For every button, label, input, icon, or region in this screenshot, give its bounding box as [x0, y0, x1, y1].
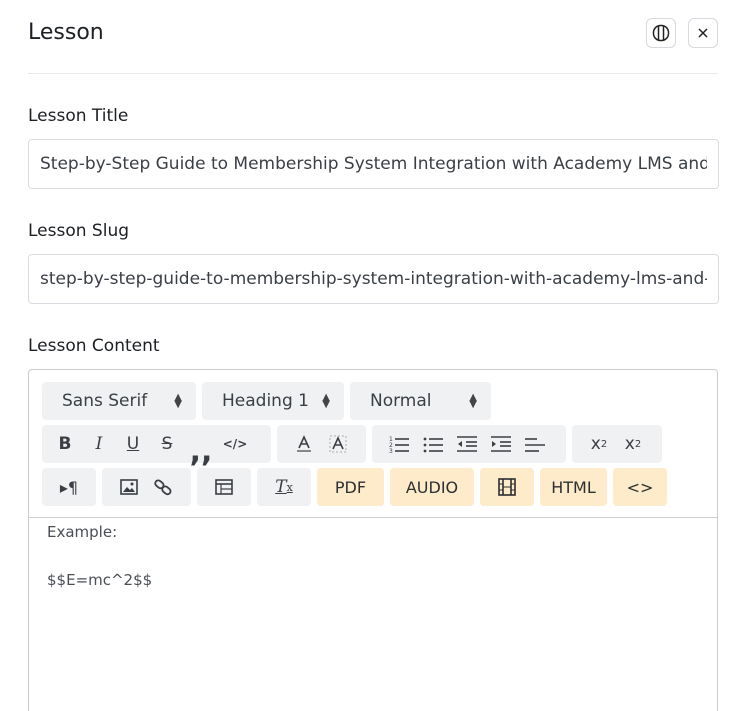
svg-text:3: 3 — [389, 448, 393, 453]
highlight-icon — [329, 435, 347, 453]
close-icon — [698, 28, 708, 38]
align-left-icon — [525, 438, 545, 452]
bullet-list-icon — [423, 437, 443, 453]
background-color-button[interactable] — [321, 425, 355, 463]
rich-text-editor[interactable]: Sans Serif ▲ ▼ Heading 1 ▲ ▼ Normal ▲ ▼ B I… — [28, 369, 718, 711]
color-group — [277, 425, 366, 463]
text-color-icon — [297, 435, 311, 452]
font-size-value: Normal — [370, 391, 432, 411]
clear-format-group: Tx — [257, 468, 311, 506]
lesson-slug-label: Lesson Slug — [28, 221, 130, 241]
ordered-list-button[interactable]: 123 — [382, 425, 416, 463]
video-button[interactable] — [480, 468, 534, 506]
select-arrows-icon: ▲ ▼ — [322, 392, 330, 410]
image-icon — [120, 479, 138, 495]
italic-button[interactable]: I — [82, 425, 116, 463]
panel-title: Lesson — [28, 20, 104, 45]
script-group: x2 x2 — [572, 425, 662, 463]
indent-icon — [491, 436, 511, 452]
lesson-title-input[interactable] — [40, 154, 707, 174]
editor-content[interactable]: Example: $$E=mc^2$$ — [47, 520, 152, 592]
pdf-button[interactable]: PDF — [317, 468, 384, 506]
font-size-select[interactable]: Normal ▲ ▼ — [350, 382, 491, 420]
heading-select[interactable]: Heading 1 ▲ ▼ — [202, 382, 344, 420]
content-line: Example: — [47, 523, 118, 541]
header-divider — [28, 73, 718, 74]
direction-group: ▸¶ — [42, 468, 96, 506]
split-view-button[interactable] — [646, 18, 676, 48]
text-color-button[interactable] — [287, 425, 321, 463]
superscript-button[interactable]: x2 — [616, 425, 650, 463]
editor-toolbar: Sans Serif ▲ ▼ Heading 1 ▲ ▼ Normal ▲ ▼ B I… — [29, 370, 717, 518]
columns-icon — [652, 24, 670, 42]
code-view-button[interactable]: <> — [613, 468, 667, 506]
blockquote-button[interactable]: ,, — [184, 425, 218, 469]
bold-button[interactable]: B — [48, 425, 82, 463]
link-icon — [154, 479, 172, 496]
underline-button[interactable]: U — [116, 425, 150, 463]
lesson-title-field[interactable] — [28, 139, 719, 189]
panel-header: Lesson — [28, 18, 718, 50]
indent-button[interactable] — [484, 425, 518, 463]
html-button[interactable]: HTML — [540, 468, 607, 506]
code-icon[interactable]: </> — [218, 425, 252, 463]
table-icon — [215, 479, 233, 495]
audio-button[interactable]: AUDIO — [390, 468, 474, 506]
table-button[interactable] — [207, 468, 241, 506]
subscript-button[interactable]: x2 — [582, 425, 616, 463]
link-button[interactable] — [146, 468, 180, 506]
clear-format-button[interactable]: Tx — [267, 468, 301, 506]
lesson-title-label: Lesson Title — [28, 106, 129, 126]
lesson-slug-field[interactable] — [28, 254, 719, 304]
lesson-content-label: Lesson Content — [28, 336, 160, 356]
font-family-select[interactable]: Sans Serif ▲ ▼ — [42, 382, 196, 420]
list-group: 123 — [372, 425, 566, 463]
media-group — [102, 468, 191, 506]
font-family-value: Sans Serif — [62, 391, 148, 411]
content-line — [47, 544, 152, 568]
align-button[interactable] — [518, 425, 552, 463]
select-arrows-icon: ▲ ▼ — [469, 392, 477, 410]
lesson-slug-input[interactable] — [40, 269, 707, 289]
select-arrows-icon: ▲ ▼ — [174, 392, 182, 410]
ordered-list-icon: 123 — [389, 436, 409, 453]
outdent-icon — [457, 436, 477, 452]
heading-value: Heading 1 — [222, 391, 309, 411]
strike-button[interactable]: S — [150, 425, 184, 463]
table-group — [197, 468, 251, 506]
outdent-button[interactable] — [450, 425, 484, 463]
text-direction-button[interactable]: ▸¶ — [52, 468, 86, 506]
image-button[interactable] — [112, 468, 146, 506]
text-format-group: B I U S ,, </> — [42, 425, 271, 469]
content-line: $$E=mc^2$$ — [47, 571, 153, 589]
bullet-list-button[interactable] — [416, 425, 450, 463]
film-icon — [498, 478, 516, 496]
close-button[interactable] — [688, 18, 718, 48]
